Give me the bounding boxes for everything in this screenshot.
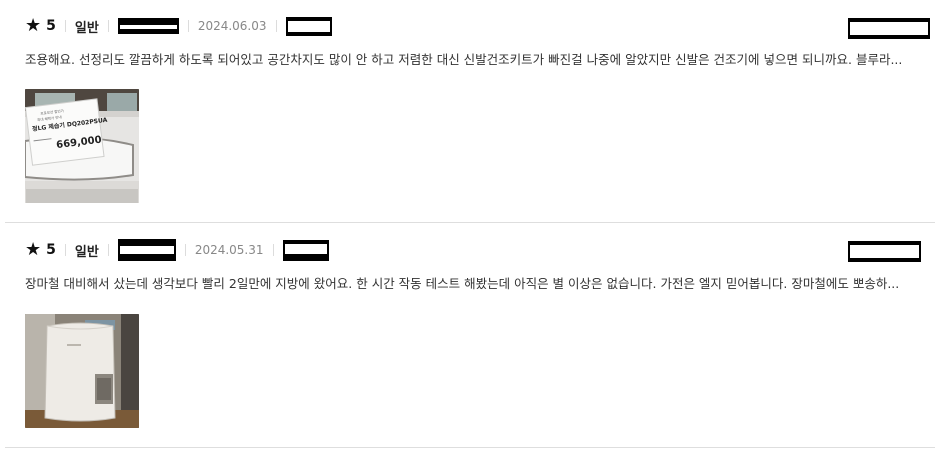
review-text[interactable]: 장마철 대비해서 샀는데 생각보다 빨리 2일만에 지방에 왔어요. 한 시간 …	[25, 273, 925, 292]
dehumidifier-product-photo	[25, 314, 139, 428]
redacted-username	[117, 239, 176, 261]
divider	[184, 244, 186, 256]
review-meta: ★ 5 일반 2024.06.03	[25, 16, 332, 36]
review-item: ★ 5 일반 2024.05.31 장마철 대비해서 샀는데 생각보다 빨리 2…	[0, 224, 952, 449]
star-icon: ★	[25, 239, 42, 260]
divider	[272, 244, 274, 256]
review-divider	[5, 222, 935, 223]
divider	[64, 20, 66, 32]
redacted-badge	[848, 241, 921, 262]
dehumidifier-price-tag-photo: 프로모션 할인가 최대 혜택가 안내 정LG 제습기 DQ202PSUA 669…	[25, 89, 139, 203]
rating-value: 5	[46, 18, 56, 34]
rating-value: 5	[46, 242, 56, 258]
review-type: 일반	[74, 244, 99, 260]
redacted-badge	[848, 18, 930, 39]
redacted-option	[282, 239, 329, 261]
divider	[187, 20, 189, 32]
divider	[107, 244, 109, 256]
redacted-username	[117, 18, 179, 34]
star-icon: ★	[25, 15, 42, 36]
review-photo[interactable]: 프로모션 할인가 최대 혜택가 안내 정LG 제습기 DQ202PSUA 669…	[25, 89, 139, 203]
review-text[interactable]: 조용해요. 선정리도 깔끔하게 하도록 되어있고 공간차지도 많이 안 하고 저…	[25, 49, 925, 68]
divider	[275, 20, 277, 32]
review-date: 2024.05.31	[194, 243, 264, 257]
review-item: ★ 5 일반 2024.06.03 조용해요. 선정리도 깔끔하게 하도록 되어…	[0, 0, 952, 223]
review-divider	[5, 447, 935, 448]
divider	[64, 244, 66, 256]
review-meta: ★ 5 일반 2024.05.31	[25, 239, 329, 261]
divider	[107, 20, 109, 32]
review-date: 2024.06.03	[197, 19, 267, 33]
review-type: 일반	[74, 20, 99, 36]
review-photo[interactable]	[25, 314, 139, 428]
redacted-option	[285, 16, 332, 36]
